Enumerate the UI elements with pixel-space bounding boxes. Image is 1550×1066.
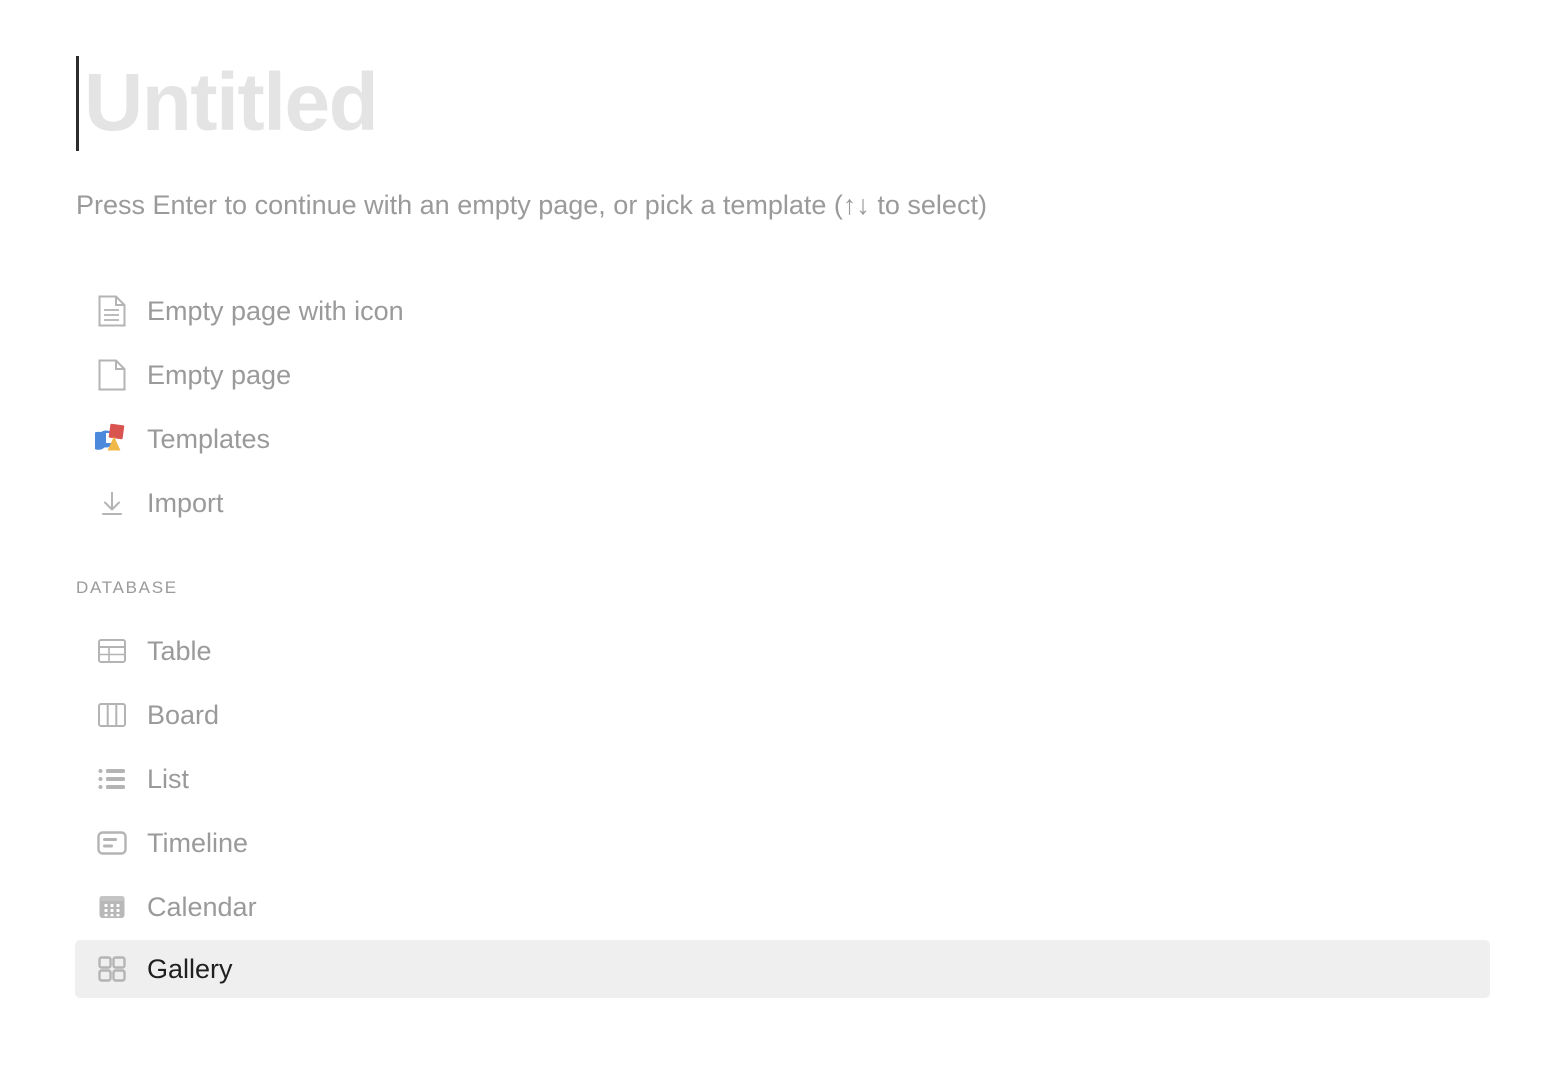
hint-text: Press Enter to continue with an empty pa…	[76, 190, 987, 220]
gallery-icon	[95, 952, 129, 986]
option-gallery[interactable]: Gallery	[75, 940, 1490, 998]
new-page-screen: Untitled Press Enter to continue with an…	[0, 0, 1550, 1066]
option-table[interactable]: Table	[75, 622, 1490, 680]
section-header-database: DATABASE	[76, 578, 178, 597]
board-icon	[95, 698, 129, 732]
templates-icon	[95, 422, 129, 456]
option-label: Empty page	[147, 359, 292, 390]
option-label: Empty page with icon	[147, 295, 404, 326]
option-label: Import	[147, 487, 224, 518]
page-title-placeholder[interactable]: Untitled	[79, 62, 379, 144]
option-calendar[interactable]: Calendar	[75, 878, 1490, 936]
option-label: Table	[147, 635, 212, 666]
option-timeline[interactable]: Timeline	[75, 814, 1490, 872]
import-icon	[95, 486, 129, 520]
table-icon	[95, 634, 129, 668]
timeline-icon	[95, 826, 129, 860]
page-with-lines-icon	[95, 294, 129, 328]
option-label: Calendar	[147, 891, 257, 922]
option-empty-page[interactable]: Empty page	[75, 346, 1490, 404]
page-title-row[interactable]: Untitled	[76, 52, 379, 154]
option-label: Gallery	[147, 953, 233, 984]
calendar-icon	[95, 890, 129, 924]
option-board[interactable]: Board	[75, 686, 1490, 744]
option-import[interactable]: Import	[75, 474, 1490, 532]
page-icon	[95, 358, 129, 392]
option-list-view[interactable]: List	[75, 750, 1490, 808]
list-icon	[95, 762, 129, 796]
option-label: Timeline	[147, 827, 249, 858]
option-templates[interactable]: Templates	[75, 410, 1490, 468]
option-empty-page-with-icon[interactable]: Empty page with icon	[75, 282, 1490, 340]
option-label: Templates	[147, 423, 271, 454]
option-label: Board	[147, 699, 220, 730]
option-label: List	[147, 763, 190, 794]
